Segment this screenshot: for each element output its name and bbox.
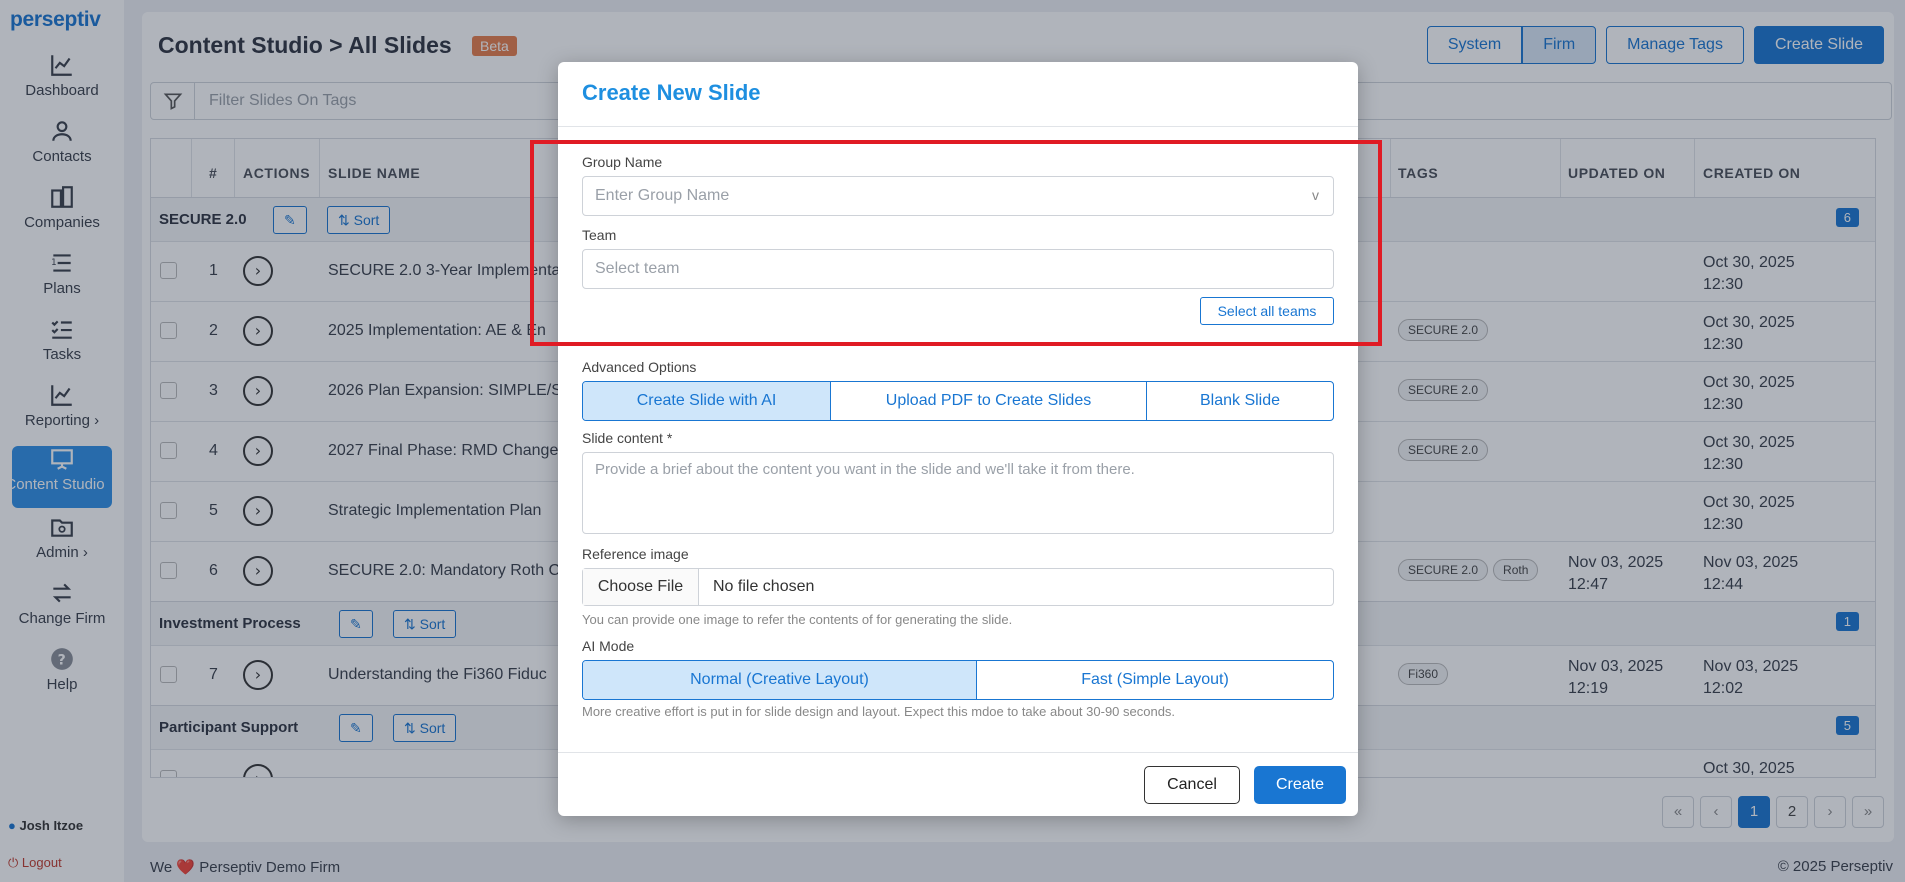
- team-label: Team: [582, 227, 617, 243]
- choose-file-button[interactable]: Choose File: [583, 569, 699, 605]
- team-placeholder: Select team: [595, 260, 680, 277]
- reference-image-label: Reference image: [582, 546, 689, 562]
- ai-mode-label: AI Mode: [582, 638, 635, 654]
- file-status: No file chosen: [713, 578, 815, 595]
- normal-mode-option[interactable]: Normal (Creative Layout): [583, 661, 977, 699]
- advanced-options-label: Advanced Options: [582, 359, 697, 375]
- blank-slide-option[interactable]: Blank Slide: [1147, 382, 1333, 420]
- slide-content-label: Slide content *: [582, 430, 673, 446]
- group-name-input[interactable]: Enter Group Name v: [582, 176, 1334, 216]
- group-name-label: Group Name: [582, 154, 663, 170]
- slide-content-textarea[interactable]: Provide a brief about the content you wa…: [582, 452, 1334, 534]
- chevron-down-icon: v: [1312, 187, 1319, 203]
- slide-content-placeholder: Provide a brief about the content you wa…: [595, 461, 1135, 478]
- reference-image-hint: You can provide one image to refer the c…: [582, 612, 1013, 627]
- cancel-button[interactable]: Cancel: [1144, 766, 1240, 804]
- group-name-placeholder: Enter Group Name: [595, 187, 730, 204]
- fast-mode-option[interactable]: Fast (Simple Layout): [977, 661, 1333, 699]
- select-all-teams-button[interactable]: Select all teams: [1200, 297, 1334, 325]
- ai-mode-hint: More creative effort is put in for slide…: [582, 704, 1176, 719]
- create-slide-modal: Create New Slide Group Name Enter Group …: [558, 62, 1358, 816]
- team-select[interactable]: Select team: [582, 249, 1334, 289]
- ai-mode-toggle: Normal (Creative Layout) Fast (Simple La…: [582, 660, 1334, 700]
- create-button[interactable]: Create: [1254, 766, 1346, 804]
- create-with-ai-option[interactable]: Create Slide with AI: [583, 382, 831, 420]
- modal-divider: [558, 126, 1358, 127]
- modal-title: Create New Slide: [582, 80, 761, 105]
- upload-pdf-option[interactable]: Upload PDF to Create Slides: [831, 382, 1147, 420]
- modal-footer-divider: [558, 752, 1358, 753]
- reference-image-input[interactable]: Choose File No file chosen: [582, 568, 1334, 606]
- advanced-options-toggle: Create Slide with AI Upload PDF to Creat…: [582, 381, 1334, 421]
